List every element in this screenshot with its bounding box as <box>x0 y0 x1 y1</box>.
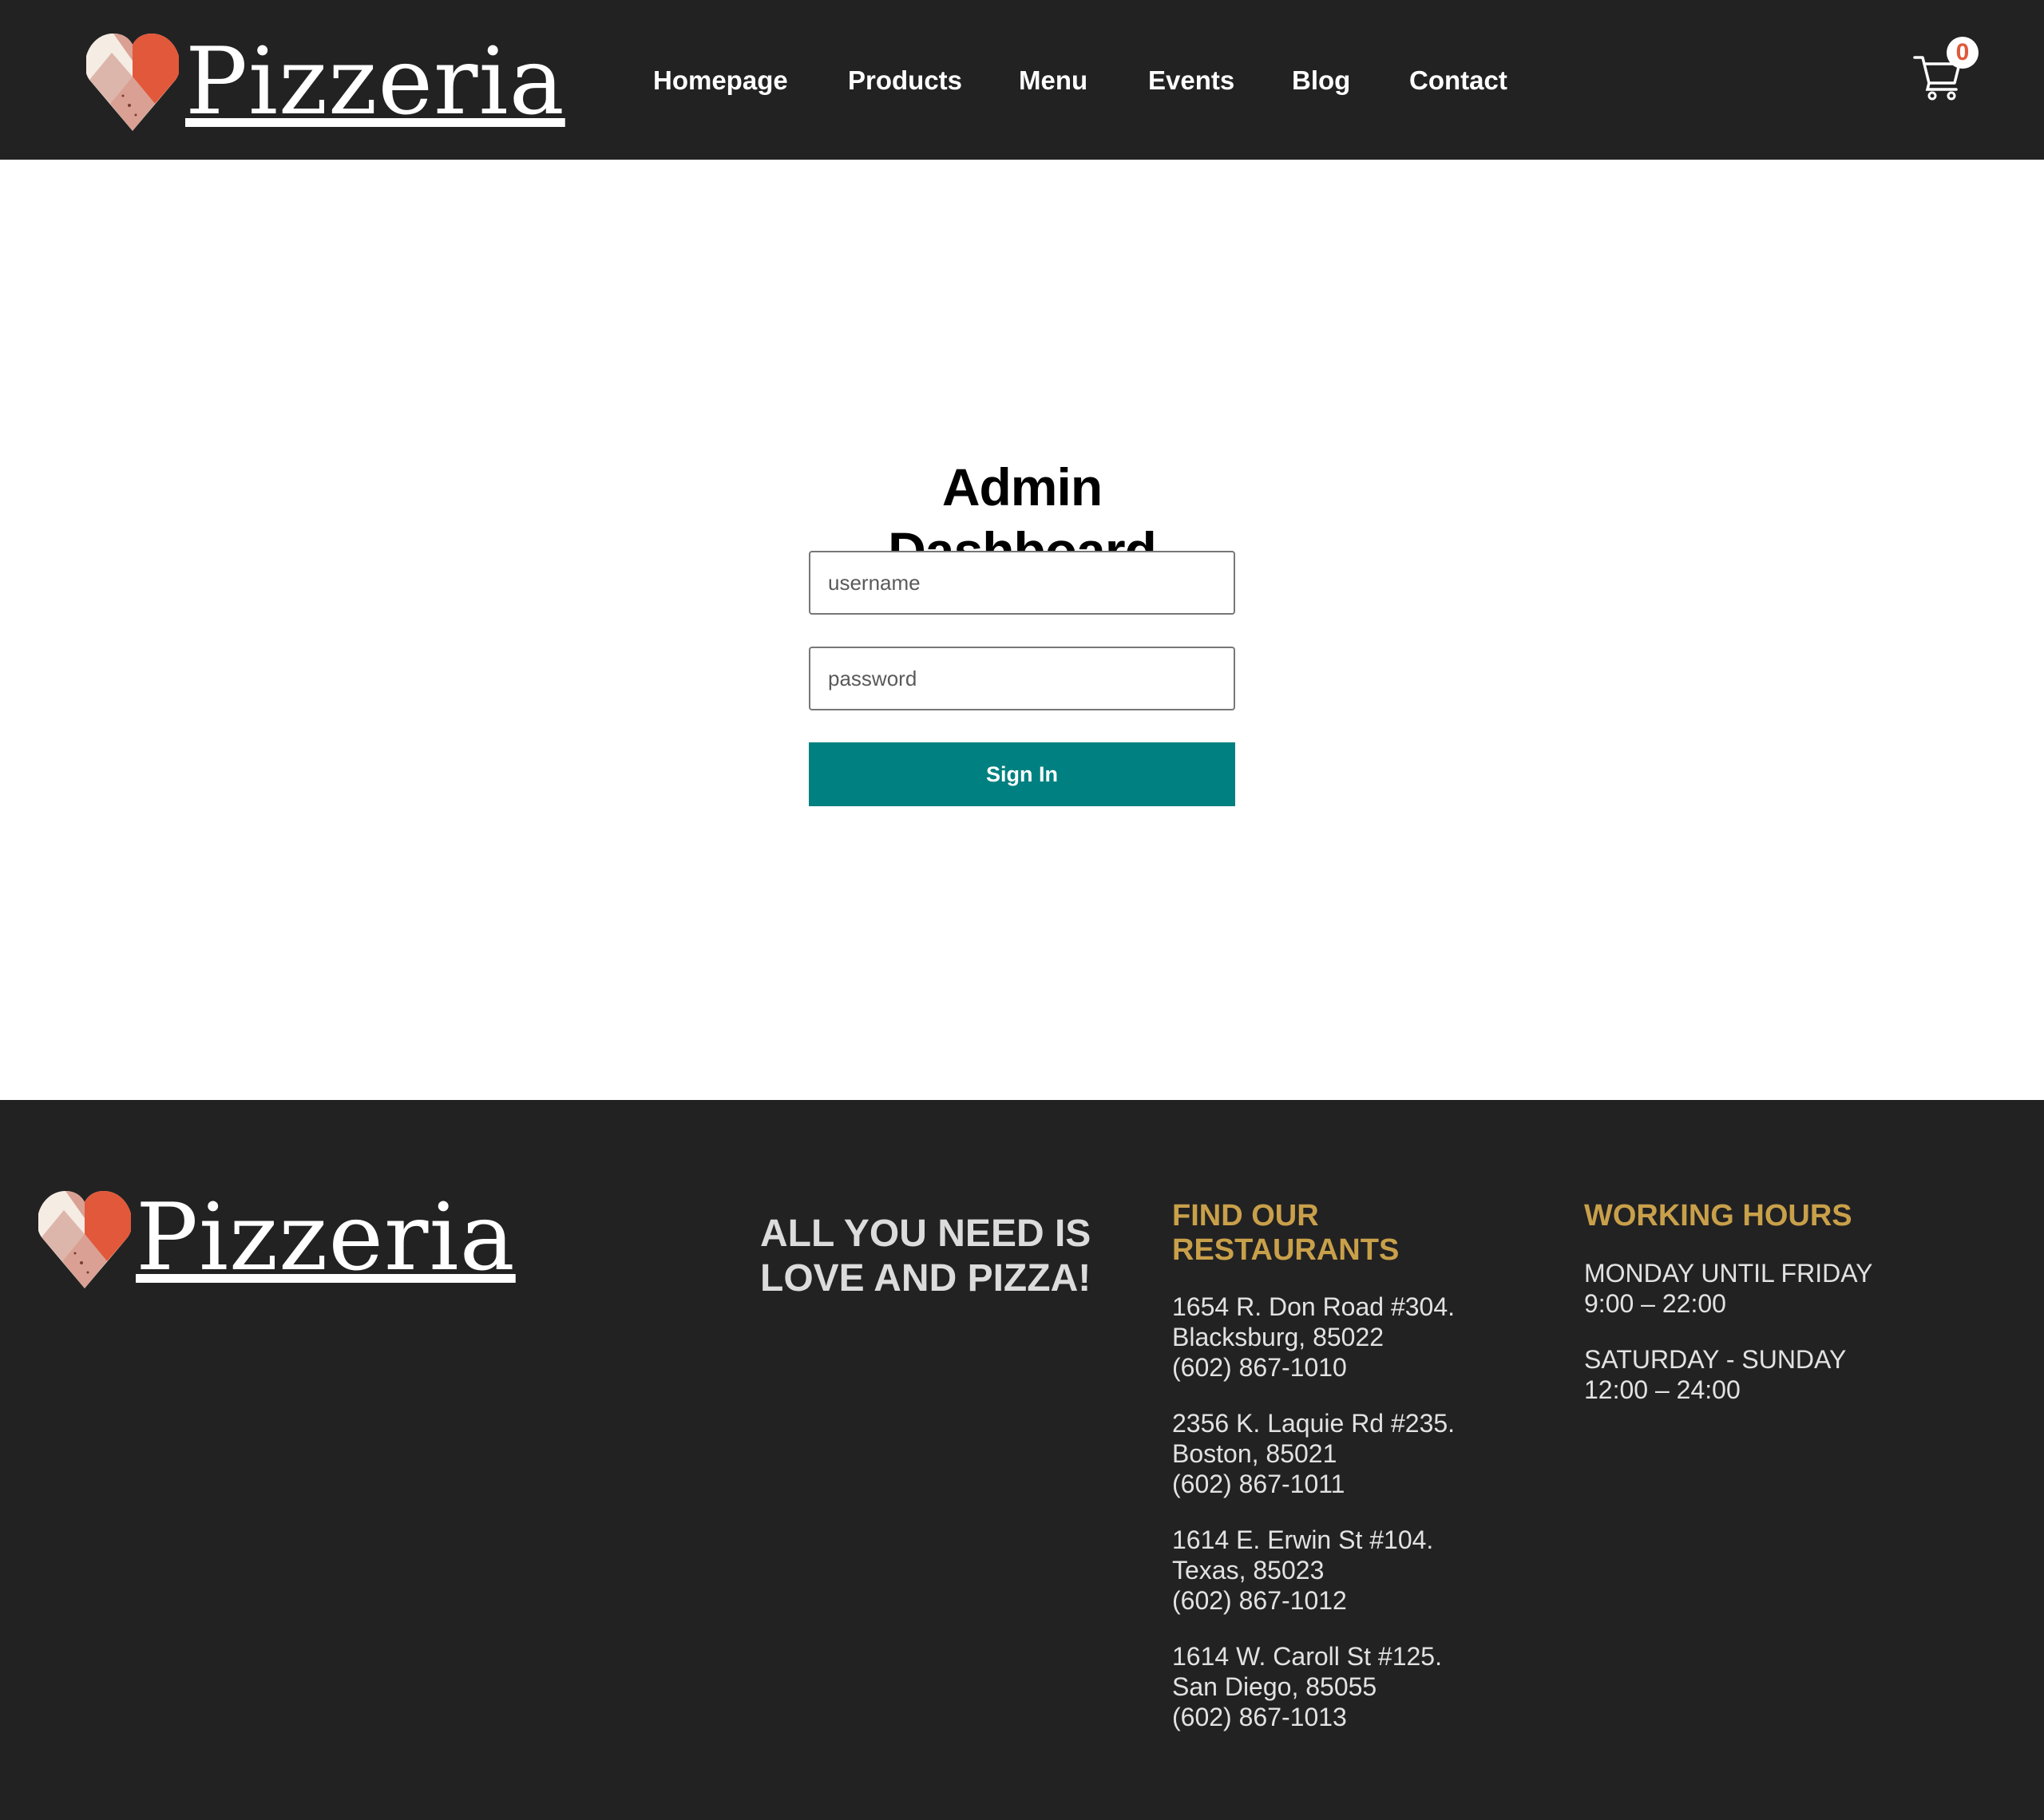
restaurant-city: San Diego, 85055 <box>1172 1672 1377 1701</box>
site-footer: Pizzeria ALL YOU NEED IS LOVE AND PIZZA!… <box>0 1100 2044 1820</box>
restaurant-city: Blacksburg, 85022 <box>1172 1323 1384 1351</box>
hours-heading: WORKING HOURS <box>1584 1199 1852 1232</box>
restaurant-item: 1614 W. Caroll St #125. San Diego, 85055… <box>1172 1641 1455 1732</box>
footer-logo-wordmark[interactable]: Pizzeria <box>136 1186 516 1290</box>
slogan-line: ALL YOU NEED IS <box>760 1213 1091 1255</box>
site-header: Pizzeria Homepage Products Menu Events B… <box>0 0 2044 160</box>
hours-time: 12:00 – 24:00 <box>1584 1375 1741 1404</box>
restaurant-item: 1654 R. Don Road #304. Blacksburg, 85022… <box>1172 1292 1455 1383</box>
logo-wordmark[interactable]: Pizzeria <box>185 30 565 134</box>
nav-item-homepage[interactable]: Homepage <box>653 62 788 99</box>
restaurant-city: Boston, 85021 <box>1172 1439 1337 1468</box>
hours-list: MONDAY UNTIL FRIDAY 9:00 – 22:00 SATURDA… <box>1584 1258 1873 1430</box>
hours-item: SATURDAY - SUNDAY 12:00 – 24:00 <box>1584 1344 1873 1405</box>
nav-item-blog[interactable]: Blog <box>1292 62 1350 99</box>
hours-time: 9:00 – 22:00 <box>1584 1289 1726 1318</box>
hours-days: MONDAY UNTIL FRIDAY <box>1584 1259 1873 1288</box>
hours-days: SATURDAY - SUNDAY <box>1584 1345 1847 1374</box>
restaurant-address: 1614 W. Caroll St #125. <box>1172 1642 1442 1671</box>
restaurant-phone: (602) 867-1011 <box>1172 1470 1345 1498</box>
footer-slogan: ALL YOU NEED IS LOVE AND PIZZA! <box>760 1212 1111 1301</box>
restaurant-item: 1614 E. Erwin St #104. Texas, 85023 (602… <box>1172 1525 1455 1616</box>
restaurants-heading: FIND OUR RESTAURANTS <box>1172 1199 1399 1268</box>
nav-item-menu[interactable]: Menu <box>1019 62 1087 99</box>
hours-item: MONDAY UNTIL FRIDAY 9:00 – 22:00 <box>1584 1258 1873 1319</box>
username-input[interactable] <box>809 551 1235 615</box>
restaurant-address: 1614 E. Erwin St #104. <box>1172 1525 1434 1554</box>
password-input[interactable] <box>809 647 1235 710</box>
restaurant-city: Texas, 85023 <box>1172 1556 1325 1585</box>
login-section: Admin Dashboard Sign In <box>0 160 2044 1100</box>
restaurant-phone: (602) 867-1010 <box>1172 1353 1347 1382</box>
restaurant-address: 1654 R. Don Road #304. <box>1172 1292 1456 1321</box>
cart-button[interactable]: 0 <box>1913 35 1999 107</box>
restaurants-list: 1654 R. Don Road #304. Blacksburg, 85022… <box>1172 1292 1455 1758</box>
slogan-line: LOVE AND PIZZA! <box>760 1257 1091 1300</box>
nav-item-products[interactable]: Products <box>848 62 962 99</box>
footer-logo-heart-icon[interactable] <box>37 1186 133 1288</box>
cart-count-badge: 0 <box>1947 37 1979 69</box>
nav-item-events[interactable]: Events <box>1148 62 1234 99</box>
heading-line: FIND OUR <box>1172 1199 1319 1232</box>
restaurant-phone: (602) 867-1013 <box>1172 1703 1347 1731</box>
restaurant-address: 2356 K. Laquie Rd #235. <box>1172 1409 1456 1438</box>
sign-in-button[interactable]: Sign In <box>809 742 1235 806</box>
restaurant-phone: (602) 867-1012 <box>1172 1586 1347 1615</box>
nav-item-contact[interactable]: Contact <box>1409 62 1507 99</box>
heading-line: RESTAURANTS <box>1172 1233 1400 1267</box>
restaurant-item: 2356 K. Laquie Rd #235. Boston, 85021 (6… <box>1172 1408 1455 1499</box>
logo-heart-icon[interactable] <box>85 29 180 131</box>
